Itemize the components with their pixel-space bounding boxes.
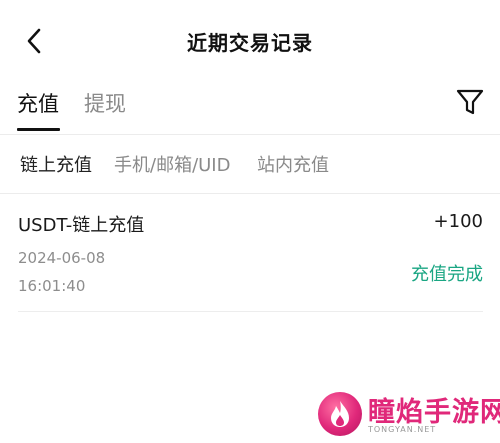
primary-tabs: 充值 提现 <box>0 82 500 135</box>
subtab-onchain-deposit[interactable]: 链上充值 <box>20 151 92 177</box>
subtab-phone-email-uid[interactable]: 手机/邮箱/UID <box>114 151 230 177</box>
watermark-text: 瞳焰手游网 <box>368 397 500 428</box>
watermark-subtext: TONGYAN.NET <box>368 425 437 434</box>
tab-withdraw[interactable]: 提现 <box>84 88 126 118</box>
page-title: 近期交易记录 <box>187 31 313 55</box>
record-date: 2024-06-08 <box>18 249 106 267</box>
subtab-internal-deposit[interactable]: 站内充值 <box>257 151 329 177</box>
divider <box>18 311 483 312</box>
record-status: 充值完成 <box>411 264 483 285</box>
active-tab-indicator <box>17 128 60 131</box>
deposit-method-tabs: 链上充值 手机/邮箱/UID 站内充值 <box>0 135 500 194</box>
flame-logo-icon <box>318 392 362 436</box>
transaction-record[interactable]: USDT-链上充值 +100 2024-06-08 16:01:40 充值完成 <box>0 194 500 312</box>
record-time: 16:01:40 <box>18 277 86 295</box>
app-header: 近期交易记录 <box>0 0 500 82</box>
filter-button[interactable] <box>455 87 485 117</box>
record-amount: +100 <box>433 211 483 232</box>
record-title: USDT-链上充值 <box>18 215 145 236</box>
watermark: 瞳焰手游网 TONGYAN.NET <box>318 388 500 440</box>
funnel-icon <box>456 89 484 115</box>
tab-deposit[interactable]: 充值 <box>17 88 59 118</box>
